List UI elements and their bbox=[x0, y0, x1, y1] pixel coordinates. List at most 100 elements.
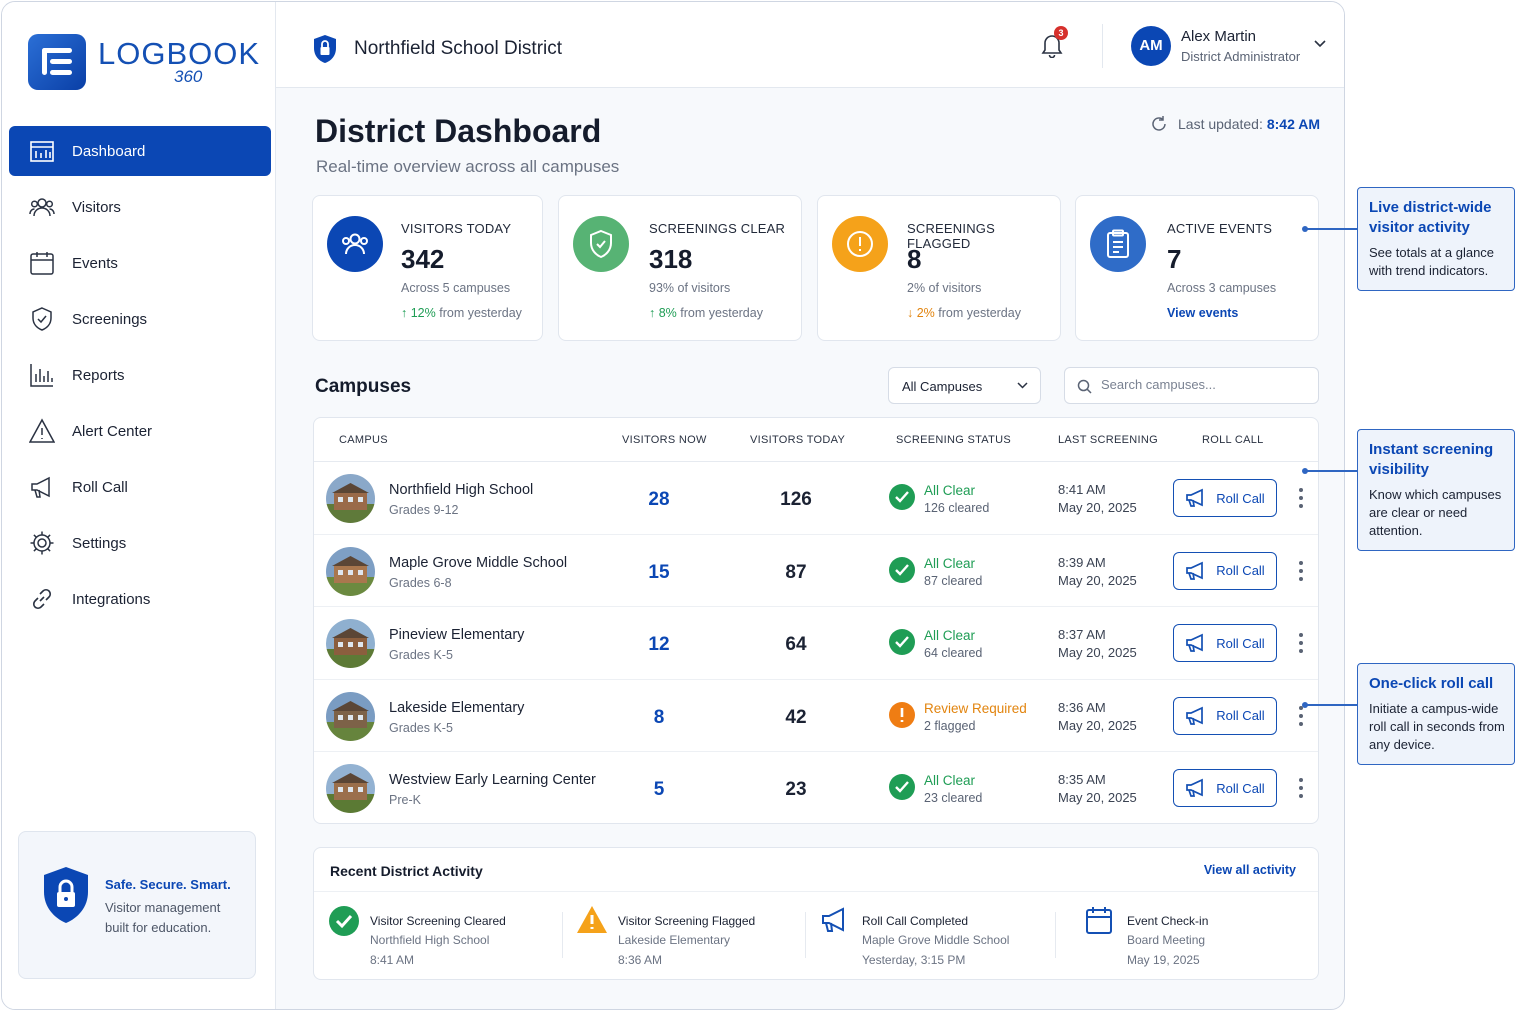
campus-photo bbox=[326, 546, 375, 596]
sidebar-item-settings[interactable]: Settings bbox=[9, 518, 271, 568]
logo-sub: 360 bbox=[174, 67, 203, 86]
promo-body: Visitor management built for education. bbox=[105, 900, 221, 935]
campus-name[interactable]: Lakeside Elementary bbox=[389, 700, 524, 716]
users-icon bbox=[29, 198, 55, 217]
stat-note: 2% of visitors bbox=[907, 281, 982, 295]
shield-lock-icon bbox=[314, 35, 336, 63]
column-header[interactable]: VISITORS TODAY bbox=[750, 434, 845, 446]
campus-name[interactable]: Northfield High School bbox=[389, 482, 533, 498]
more-options-icon[interactable] bbox=[1298, 633, 1304, 653]
column-header[interactable]: ROLL CALL bbox=[1202, 434, 1264, 446]
sidebar-item-integrations[interactable]: Integrations bbox=[9, 574, 271, 624]
logo-mark-icon bbox=[28, 34, 86, 90]
divider bbox=[1055, 912, 1056, 958]
sidebar-item-label: Settings bbox=[72, 534, 127, 552]
screening-status-detail: 23 cleared bbox=[924, 791, 983, 805]
refresh-icon[interactable] bbox=[1150, 115, 1168, 133]
sidebar-item-screenings[interactable]: Screenings bbox=[9, 294, 271, 344]
calendar-icon bbox=[1086, 907, 1112, 934]
last-screening-date: May 20, 2025 bbox=[1058, 645, 1137, 660]
check-circle-icon bbox=[889, 556, 915, 583]
last-screening-time: 8:37 AM bbox=[1058, 627, 1106, 642]
notifications-button[interactable]: 3 bbox=[1040, 26, 1068, 63]
stat-card-screenings-clear[interactable]: SCREENINGS CLEAR 318 93% of visitors ↑ 8… bbox=[558, 195, 802, 341]
roll-call-button[interactable]: Roll Call bbox=[1173, 769, 1277, 807]
stat-card-active-events[interactable]: ACTIVE EVENTS 7 Across 3 campuses View e… bbox=[1075, 195, 1319, 341]
campus-grades: Grades 6-8 bbox=[389, 575, 452, 590]
stat-value: 7 bbox=[1167, 244, 1182, 274]
alert-circle-icon bbox=[889, 701, 915, 728]
campus-grades: Grades K-5 bbox=[389, 648, 453, 662]
stat-note: Across 5 campuses bbox=[401, 281, 511, 295]
more-options-icon[interactable] bbox=[1298, 778, 1304, 798]
user-name[interactable]: Alex Martin bbox=[1181, 28, 1256, 45]
callout-screening-visibility: Instant screening visibility Know which … bbox=[1357, 429, 1515, 551]
activity-time: Yesterday, 3:15 PM bbox=[862, 953, 966, 967]
activity-title: Recent District Activity bbox=[330, 863, 483, 879]
more-options-icon[interactable] bbox=[1298, 560, 1304, 581]
last-screening-date: May 20, 2025 bbox=[1058, 717, 1137, 733]
callout-connector bbox=[1302, 226, 1357, 232]
district-selector[interactable]: Northfield School District bbox=[312, 34, 562, 64]
sidebar-item-roll-call[interactable]: Roll Call bbox=[9, 462, 271, 512]
roll-call-button[interactable]: Roll Call bbox=[1173, 479, 1277, 517]
megaphone-icon bbox=[1186, 706, 1204, 725]
roll-call-button[interactable]: Roll Call bbox=[1173, 624, 1277, 662]
visitors-today: 87 bbox=[785, 561, 807, 583]
column-header[interactable]: LAST SCREENING bbox=[1058, 434, 1158, 446]
more-options-icon[interactable] bbox=[1298, 705, 1304, 726]
divider bbox=[805, 912, 806, 958]
activity-time: May 19, 2025 bbox=[1127, 953, 1200, 967]
table-row[interactable]: Lakeside Elementary Grades K-5 8 42 Review R… bbox=[314, 680, 1318, 752]
campus-name[interactable]: Westview Early Learning Center bbox=[389, 772, 596, 788]
user-role: District Administrator bbox=[1181, 49, 1301, 64]
campus-filter-select[interactable]: All Campuses bbox=[888, 367, 1041, 404]
campus-name[interactable]: Pineview Elementary bbox=[389, 627, 524, 643]
activity-sub: Lakeside Elementary bbox=[618, 933, 731, 947]
sidebar-item-alert-center[interactable]: Alert Center bbox=[9, 406, 271, 456]
sidebar-item-events[interactable]: Events bbox=[9, 238, 271, 288]
column-header[interactable]: VISITORS NOW bbox=[622, 434, 707, 446]
last-updated-label: Last updated: bbox=[1178, 116, 1263, 132]
sidebar-item-dashboard[interactable]: Dashboard bbox=[9, 126, 271, 176]
callout-body: Know which campuses are clear or need at… bbox=[1369, 487, 1502, 538]
avatar[interactable]: AM bbox=[1131, 26, 1171, 66]
table-row[interactable]: Northfield High School Grades 9-12 28 126 Al… bbox=[314, 462, 1318, 535]
logo[interactable]: LOGBOOK 360 bbox=[28, 34, 260, 90]
screening-status-detail: 64 cleared bbox=[924, 646, 983, 660]
visitors-now: 28 bbox=[648, 489, 670, 510]
activity-sub: Board Meeting bbox=[1127, 933, 1206, 947]
calendar-icon bbox=[30, 252, 54, 275]
roll-call-button[interactable]: Roll Call bbox=[1173, 696, 1277, 735]
stat-card-visitors[interactable]: VISITORS TODAY 342 Across 5 campuses ↑ 1… bbox=[312, 195, 543, 341]
last-screening-date: May 20, 2025 bbox=[1058, 500, 1137, 515]
column-header[interactable]: SCREENING STATUS bbox=[896, 434, 1011, 446]
campus-search[interactable] bbox=[1064, 367, 1319, 404]
stat-card-screenings-flagged[interactable]: SCREENINGS FLAGGED 8 2% of visitors ↓ 2%… bbox=[817, 195, 1061, 341]
view-events-link[interactable]: View events bbox=[1167, 306, 1238, 320]
view-all-activity-link[interactable]: View all activity bbox=[1204, 863, 1296, 877]
stat-trend: ↑ 8% from yesterday bbox=[649, 306, 763, 320]
sidebar-item-visitors[interactable]: Visitors bbox=[9, 182, 271, 232]
stat-value: 8 bbox=[907, 244, 922, 274]
callout-connector bbox=[1302, 468, 1357, 474]
table-row[interactable]: Maple Grove Middle School Grades 6-8 15 87 A… bbox=[314, 535, 1318, 607]
stat-label: SCREENINGS CLEAR bbox=[649, 221, 786, 236]
search-input[interactable] bbox=[1101, 377, 1301, 392]
district-name: Northfield School District bbox=[354, 38, 563, 59]
sidebar-item-label: Events bbox=[72, 254, 118, 272]
roll-call-label: Roll Call bbox=[1216, 635, 1265, 651]
visitors-today: 23 bbox=[785, 779, 807, 800]
sidebar-item-reports[interactable]: Reports bbox=[9, 350, 271, 400]
recent-activity-panel: Recent District Activity View all activi… bbox=[313, 847, 1319, 980]
column-header[interactable]: CAMPUS bbox=[339, 434, 388, 446]
shield-icon bbox=[32, 307, 52, 331]
chevron-down-icon[interactable] bbox=[1314, 40, 1326, 48]
table-row[interactable]: Pineview Elementary Grades K-5 12 64 All Cle… bbox=[314, 607, 1318, 680]
notification-count-badge: 3 bbox=[1054, 26, 1068, 40]
more-options-icon[interactable] bbox=[1298, 488, 1304, 508]
campus-name[interactable]: Maple Grove Middle School bbox=[389, 555, 567, 571]
table-row[interactable]: Westview Early Learning Center Pre-K 5 23 Al… bbox=[314, 752, 1318, 823]
sidebar-item-label: Alert Center bbox=[72, 422, 153, 440]
roll-call-button[interactable]: Roll Call bbox=[1173, 551, 1277, 590]
